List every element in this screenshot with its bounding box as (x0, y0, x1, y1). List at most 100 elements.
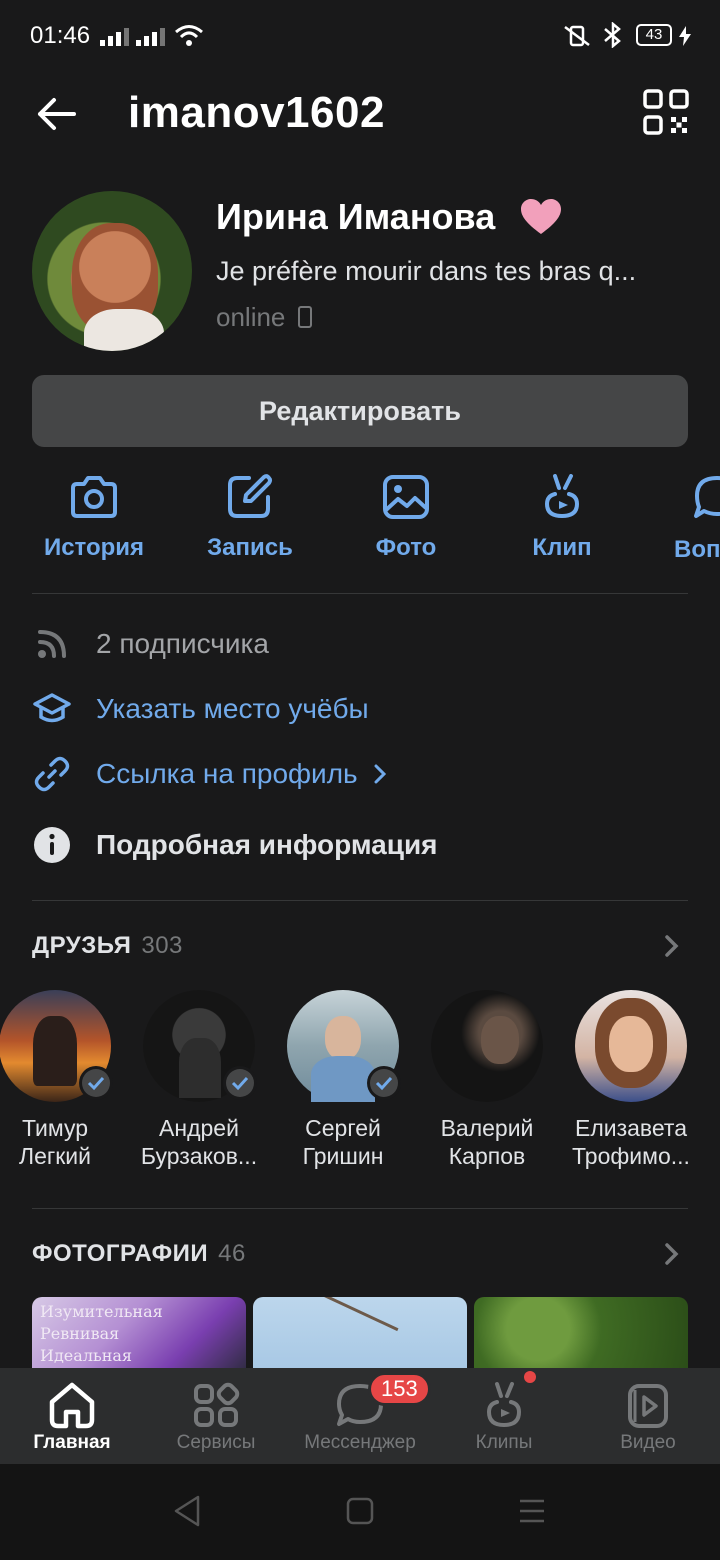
chevron-right-icon[interactable] (660, 1240, 684, 1268)
friend-name: Легкий (18, 1143, 92, 1169)
services-icon (194, 1382, 240, 1427)
status-time: 01:46 (30, 22, 91, 49)
friend-item[interactable]: Тимур Легкий (0, 990, 125, 1170)
page-title: imanov1602 (128, 88, 385, 137)
online-status: online (216, 302, 286, 332)
edit-profile-button[interactable]: Редактировать (32, 375, 688, 447)
tab-label: Клипы (475, 1432, 533, 1453)
action-label: Клип (532, 534, 592, 561)
link-icon (32, 754, 72, 794)
profile-link-row[interactable]: Ссылка на профиль (32, 749, 688, 799)
friend-item[interactable]: Валерий Карпов (417, 990, 557, 1170)
photos-section-header[interactable]: ФОТОГРАФИИ 46 (32, 1240, 246, 1268)
edit-icon (228, 474, 272, 518)
friend-name: Валерий (440, 1115, 534, 1141)
photo-action[interactable]: Фото (326, 474, 486, 562)
tab-label: Видео (620, 1432, 676, 1453)
tab-label: Главная (33, 1432, 111, 1453)
charging-icon (679, 26, 691, 46)
bluetooth-icon (604, 22, 621, 48)
friend-avatar (575, 990, 687, 1102)
divider (32, 593, 688, 594)
friend-name: Сергей (305, 1115, 381, 1141)
camera-icon (71, 476, 117, 518)
profile-status[interactable]: Je préfère mourir dans tes bras q... (216, 256, 686, 287)
nav-home-icon[interactable] (346, 1497, 374, 1525)
friends-title: ДРУЗЬЯ (32, 932, 132, 959)
mobile-icon (298, 306, 312, 328)
mute-vibrate-icon (564, 25, 590, 47)
clip-action[interactable]: Клип (482, 474, 642, 562)
friend-name: Елизавета (574, 1115, 687, 1141)
divider (32, 900, 688, 901)
followers-count: 2 подписчика (96, 628, 269, 659)
friend-avatar (143, 990, 257, 1102)
verified-icon (223, 1066, 257, 1100)
friend-avatar (287, 990, 401, 1102)
clips-icon (486, 1382, 522, 1428)
action-label: Вопрос (674, 536, 720, 563)
friend-name: Трофимо... (572, 1143, 690, 1169)
tab-clips[interactable]: Клипы (432, 1368, 576, 1464)
wifi-icon (175, 25, 203, 46)
friend-avatar (431, 990, 543, 1102)
friend-name: Андрей (159, 1115, 239, 1141)
post-action[interactable]: Запись (170, 474, 330, 562)
divider (32, 1208, 688, 1209)
nav-recents-icon[interactable] (518, 1498, 546, 1524)
education-row[interactable]: Указать место учёбы (32, 684, 688, 734)
details-row[interactable]: Подробная информация (32, 820, 688, 870)
info-icon (32, 825, 72, 865)
question-action[interactable]: Вопрос (638, 474, 720, 574)
story-action[interactable]: История (14, 474, 174, 562)
qr-code-icon[interactable] (642, 88, 690, 136)
chevron-right-icon[interactable] (660, 932, 684, 960)
home-icon (49, 1382, 95, 1429)
photos-count: 46 (218, 1240, 246, 1267)
graduation-cap-icon (32, 689, 72, 729)
chevron-right-icon (374, 764, 386, 784)
friend-name: Тимур (22, 1115, 88, 1141)
education-link: Указать место учёбы (96, 693, 369, 724)
friend-name: Карпов (448, 1143, 526, 1169)
question-icon (694, 476, 720, 518)
signal-icon (100, 26, 130, 46)
avatar[interactable] (32, 191, 192, 351)
tab-label: Мессенджер (304, 1432, 416, 1453)
details-link: Подробная информация (96, 829, 438, 860)
friends-count: 303 (141, 932, 183, 959)
rss-icon (32, 624, 72, 664)
verified-icon (367, 1066, 401, 1100)
clips-icon (544, 474, 580, 519)
image-icon (383, 475, 429, 519)
friend-item[interactable]: Елизавета Трофимо... (561, 990, 701, 1170)
status-bar: 01:46 43 (0, 0, 720, 72)
heart-emoji-icon (521, 199, 561, 234)
friends-section-header[interactable]: ДРУЗЬЯ 303 (32, 932, 183, 960)
friend-item[interactable]: Андрей Бурзаков... (129, 990, 269, 1170)
messenger-unread-badge: 153 (368, 1372, 431, 1406)
battery-icon: 43 (636, 24, 672, 46)
photos-title: ФОТОГРАФИИ (32, 1240, 209, 1267)
video-icon (628, 1384, 668, 1428)
action-label: История (43, 534, 145, 561)
clips-notification-dot (524, 1371, 536, 1383)
photo-thumbnail[interactable]: Изумительная Ревнивая Идеальная (32, 1297, 246, 1377)
system-navigation-bar (0, 1464, 720, 1560)
profile-name: Ирина Иманова (216, 196, 496, 237)
tab-home[interactable]: Главная (0, 1368, 144, 1464)
tab-video[interactable]: Видео (576, 1368, 720, 1464)
friend-name: Гришин (302, 1143, 384, 1169)
nav-back-icon[interactable] (172, 1494, 202, 1528)
photo-caption: Изумительная Ревнивая Идеальная (40, 1302, 163, 1365)
tab-services[interactable]: Сервисы (144, 1368, 288, 1464)
back-arrow-icon[interactable] (34, 92, 78, 136)
followers-row[interactable]: 2 подписчика (32, 619, 688, 669)
verified-icon (79, 1066, 113, 1100)
tab-label: Сервисы (176, 1432, 256, 1453)
friend-item[interactable]: Сергей Гришин (273, 990, 413, 1170)
photo-thumbnail[interactable] (253, 1297, 467, 1377)
action-label: Запись (207, 534, 293, 561)
friend-avatar (0, 990, 113, 1102)
photo-thumbnail[interactable] (474, 1297, 688, 1377)
